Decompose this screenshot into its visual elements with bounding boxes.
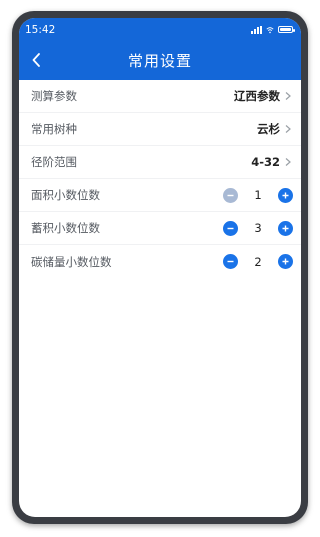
increment-button[interactable] xyxy=(278,254,293,269)
stepper-row-area-decimals: 面积小数位数 1 xyxy=(19,179,301,212)
chevron-right-icon xyxy=(285,92,291,100)
nav-bar: 常用设置 xyxy=(19,41,301,80)
plus-icon xyxy=(282,192,289,198)
setting-label: 常用树种 xyxy=(31,122,77,136)
wifi-icon xyxy=(266,26,274,33)
setting-value: 云杉 xyxy=(257,122,280,136)
status-icons xyxy=(251,25,295,34)
status-time: 15:42 xyxy=(25,23,56,36)
minus-icon xyxy=(227,260,234,263)
minus-icon xyxy=(227,227,234,229)
setting-row-diameter-range[interactable]: 径阶范围 4-32 xyxy=(19,146,301,179)
back-button[interactable] xyxy=(27,50,47,70)
battery-icon xyxy=(278,26,295,33)
stepper-label: 面积小数位数 xyxy=(31,188,100,202)
setting-row-calc-params[interactable]: 测算参数 辽西参数 xyxy=(19,80,301,113)
setting-row-tree-species[interactable]: 常用树种 云杉 xyxy=(19,113,301,146)
decimal-stepper: 3 xyxy=(223,220,293,236)
minus-icon xyxy=(227,194,234,196)
chevron-left-icon xyxy=(32,53,40,67)
setting-value: 辽西参数 xyxy=(234,89,280,103)
plus-icon xyxy=(282,258,289,265)
settings-list: 测算参数 辽西参数 常用树种 云杉 径阶范围 4-32 面积小数位数 1 蓄积小… xyxy=(19,80,301,278)
increment-button[interactable] xyxy=(278,187,293,203)
increment-button[interactable] xyxy=(278,220,293,236)
stepper-label: 碳储量小数位数 xyxy=(31,254,112,269)
signal-icon xyxy=(251,25,262,34)
setting-value: 4-32 xyxy=(251,155,280,169)
page-title: 常用设置 xyxy=(127,52,192,70)
stepper-value: 3 xyxy=(254,221,262,235)
phone-frame: 15:42 常用设置 测算参数 辽西参数 常用树种 云杉 径阶范围 4-32 面… xyxy=(12,11,308,524)
stepper-value: 2 xyxy=(254,254,262,269)
decrement-button[interactable] xyxy=(223,187,238,203)
stepper-label: 蓄积小数位数 xyxy=(31,221,100,235)
decrement-button[interactable] xyxy=(223,254,238,269)
chevron-right-icon xyxy=(285,125,291,133)
screen: 15:42 常用设置 测算参数 辽西参数 常用树种 云杉 径阶范围 4-32 面… xyxy=(19,18,301,517)
chevron-right-icon xyxy=(285,158,291,166)
decimal-stepper: 1 xyxy=(223,187,293,203)
decrement-button[interactable] xyxy=(223,220,238,236)
stepper-value: 1 xyxy=(254,188,262,202)
status-bar: 15:42 xyxy=(19,18,301,41)
setting-label: 测算参数 xyxy=(31,89,77,103)
stepper-row-volume-decimals: 蓄积小数位数 3 xyxy=(19,212,301,245)
decimal-stepper: 2 xyxy=(223,254,293,269)
plus-icon xyxy=(282,225,289,231)
stepper-row-carbon-decimals: 碳储量小数位数 2 xyxy=(19,245,301,278)
setting-label: 径阶范围 xyxy=(31,155,77,169)
